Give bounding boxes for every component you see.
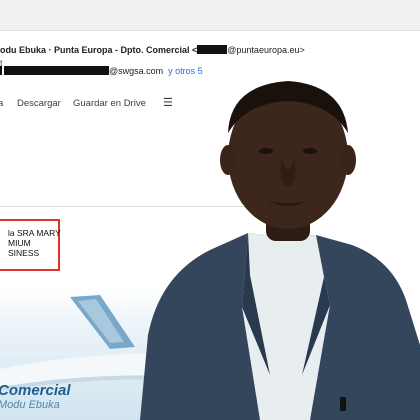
ticket-line-1: la SRA MARY [8,228,61,238]
ticket-line-3: SINESS [8,248,40,258]
lapel-microphone [340,397,346,411]
left-eye [259,148,273,154]
attachment-partial-label: a [0,98,4,109]
redaction-mark [0,66,2,75]
ticket-line-2: MIUM [8,238,31,248]
download-button[interactable]: Descargar [17,98,61,109]
right-eye [303,148,317,154]
email-screen: odu Ebuka · Punta Europa - Dpto. Comerci… [0,0,420,420]
banner-subtitle: Modu Ebuka [0,399,60,411]
highlighted-passenger-box: la SRA MARY MIUM SINESS [0,219,61,271]
right-ear [340,145,356,175]
person-photo [140,81,420,420]
redacted-cc-user [4,66,109,75]
left-ear [220,145,236,175]
banner-title: Comercial [0,382,71,399]
browser-toolbar [0,0,420,31]
